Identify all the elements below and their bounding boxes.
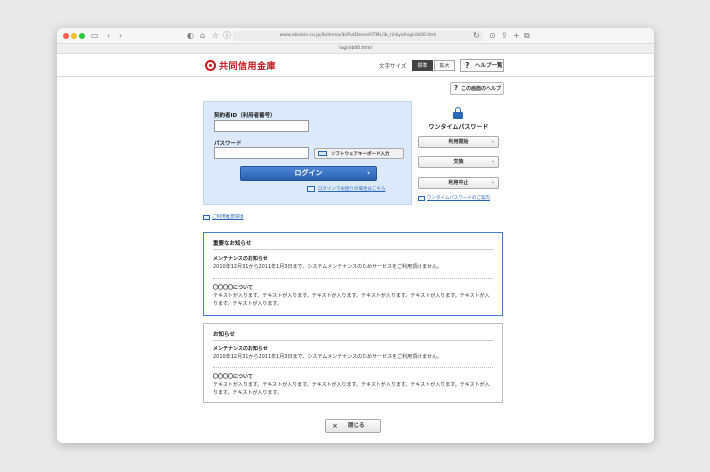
otp-panel: ワンタイムパスワード 利用開始 › 交換 › 利用中止 › ワンタイムパスワード… <box>413 101 504 205</box>
help-list-button[interactable]: ? ヘルプ一覧 <box>460 59 504 72</box>
browser-toolbar: ▭ ‹ › ◐ ⌂ ☆ ⓘ www.ebinkin.co.jp/ib/demo/… <box>57 28 654 44</box>
notice-title: お知らせ <box>213 332 235 338</box>
notice-item-heading: メンテナンスのお知らせ <box>213 346 268 352</box>
login-button[interactable]: ログイン › <box>240 166 377 181</box>
notice-item-body: 2010年12月31から2011年1月3日まで、システムメンテナンスのためサービ… <box>213 354 442 360</box>
tab-bar: loginib00.html <box>57 44 654 54</box>
close-window-button[interactable] <box>63 33 69 39</box>
notice-item-heading: メンテナンスのお知らせ <box>213 256 268 262</box>
notice-item-body: テキストが入ります。テキストが入ります。テキストが入ります。テキストが入ります。… <box>213 382 490 396</box>
font-size-large-button[interactable]: 拡大 <box>434 60 455 71</box>
back-icon[interactable]: ‹ <box>107 30 110 42</box>
login-trouble-link[interactable]: ログインでお困りの場合はこちら <box>318 186 386 192</box>
shield-icon[interactable]: ◐ <box>187 30 194 42</box>
minimize-window-button[interactable] <box>71 33 77 39</box>
chevron-right-icon: › <box>367 169 370 177</box>
chevron-right-icon: › <box>491 159 494 165</box>
info-icon[interactable]: ⓘ <box>223 30 231 42</box>
contract-id-input[interactable] <box>214 120 309 132</box>
bank-logo-text: 共同信用金庫 <box>219 62 277 72</box>
otp-stop-button[interactable]: 利用中止 › <box>418 177 499 189</box>
login-panel: 契約者ID（利用者番号） パスワード ソフトウェアキーボード入力 ログイン › … <box>203 101 412 205</box>
notice-item-body: 2010年12月31から2011年1月3日まで、システムメンテナンスのためサービ… <box>213 264 442 270</box>
zoom-window-button[interactable] <box>79 33 85 39</box>
notice-box: お知らせ メンテナンスのお知らせ 2010年12月31から2011年1月3日まで… <box>203 323 503 403</box>
browser-window: ▭ ‹ › ◐ ⌂ ☆ ⓘ www.ebinkin.co.jp/ib/demo/… <box>57 28 654 443</box>
url-text: www.ebinkin.co.jp/ib/demo/ib/PutDemo/HTM… <box>279 33 437 38</box>
notice-item-heading: 〇〇〇〇について <box>213 285 253 291</box>
keyboard-icon <box>318 151 327 156</box>
otp-exchange-button[interactable]: 交換 › <box>418 156 499 168</box>
divider <box>213 340 493 341</box>
divider <box>213 367 493 368</box>
page-help-button[interactable]: ? この画面のヘルプ <box>450 82 504 95</box>
reload-icon[interactable]: ↻ <box>473 30 480 42</box>
recommended-environment-link[interactable]: ご利用推奨環境 <box>212 214 244 220</box>
address-bar[interactable]: www.ebinkin.co.jp/ib/demo/ib/PutDemo/HTM… <box>233 31 483 41</box>
page-help-label: この画面のヘルプ <box>461 86 502 92</box>
software-keyboard-label: ソフトウェアキーボード入力 <box>331 152 390 157</box>
password-input[interactable] <box>214 147 309 159</box>
important-notice-title: 重要なお知らせ <box>213 241 252 247</box>
font-size-standard-button[interactable]: 標準 <box>412 60 433 71</box>
chevron-right-icon: › <box>491 180 494 186</box>
window-icon <box>418 196 425 201</box>
lock-icon <box>453 107 463 119</box>
chevron-right-icon: › <box>491 139 494 145</box>
otp-start-label: 利用開始 <box>448 139 469 145</box>
notice-item-heading: 〇〇〇〇について <box>213 374 253 380</box>
otp-title: ワンタイムパスワード <box>428 124 489 131</box>
window-icon <box>307 186 315 192</box>
page-header: 共同信用金庫 文字サイズ 標準 拡大 ? ヘルプ一覧 <box>57 55 654 77</box>
share-icon[interactable]: ⇪ <box>501 30 508 42</box>
software-keyboard-button[interactable]: ソフトウェアキーボード入力 <box>314 148 404 159</box>
otp-stop-label: 利用中止 <box>448 180 469 186</box>
question-icon: ? <box>465 61 470 70</box>
star-icon[interactable]: ☆ <box>212 30 219 42</box>
divider <box>213 249 493 250</box>
download-icon[interactable]: ⊙ <box>489 30 496 42</box>
important-notice-box: 重要なお知らせ メンテナンスのお知らせ 2010年12月31から2011年1月3… <box>203 232 503 316</box>
divider <box>213 278 493 279</box>
bank-logo-icon <box>205 60 216 71</box>
notice-item-body: テキストが入ります。テキストが入ります。テキストが入ります。テキストが入ります。… <box>213 293 490 307</box>
password-label: パスワード <box>214 141 242 147</box>
login-button-label: ログイン <box>294 169 323 177</box>
question-icon: ? <box>454 84 459 92</box>
home-icon[interactable]: ⌂ <box>200 30 205 42</box>
close-icon: × <box>332 422 338 430</box>
forward-icon[interactable]: › <box>119 30 122 42</box>
close-button-label: 閉じる <box>348 423 365 429</box>
otp-guide-link[interactable]: ワンタイムパスワードのご案内 <box>427 195 490 201</box>
window-icon <box>203 215 210 220</box>
otp-exchange-label: 交換 <box>453 159 464 165</box>
sidebar-icon[interactable]: ▭ <box>91 30 99 42</box>
contract-id-label: 契約者ID（利用者番号） <box>214 113 276 119</box>
tabs-overview-icon[interactable]: ⧉ <box>524 30 530 42</box>
new-tab-icon[interactable]: + <box>513 30 520 42</box>
font-size-label: 文字サイズ <box>379 64 407 70</box>
otp-start-button[interactable]: 利用開始 › <box>418 136 499 148</box>
help-list-label: ヘルプ一覧 <box>475 63 503 69</box>
close-button[interactable]: × 閉じる <box>325 419 381 433</box>
tab-title[interactable]: loginib00.html <box>57 44 654 54</box>
